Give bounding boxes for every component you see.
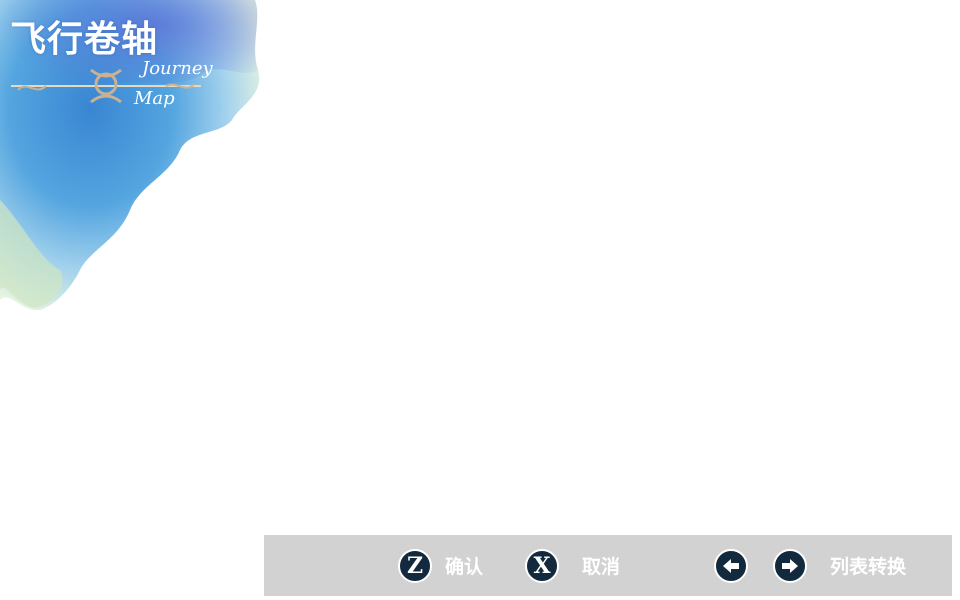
arrow-right-icon[interactable] <box>773 549 807 583</box>
switch-list-label: 列表转换 <box>830 556 907 578</box>
logo-subtitle-journey: Journey <box>142 58 213 79</box>
arrow-left-icon[interactable] <box>714 549 748 583</box>
logo-title: 飞行卷轴 <box>10 19 159 60</box>
cancel-label: 取消 <box>582 556 621 578</box>
confirm-label: 确认 <box>445 556 484 578</box>
game-logo: 飞行卷轴 Journey Map <box>6 8 236 118</box>
control-hint-bar: Z 确认 X 取消 列表转换 <box>264 535 952 596</box>
z-key-icon[interactable]: Z <box>398 549 432 583</box>
logo-subtitle-map: Map <box>134 88 175 109</box>
x-key-icon[interactable]: X <box>525 549 559 583</box>
